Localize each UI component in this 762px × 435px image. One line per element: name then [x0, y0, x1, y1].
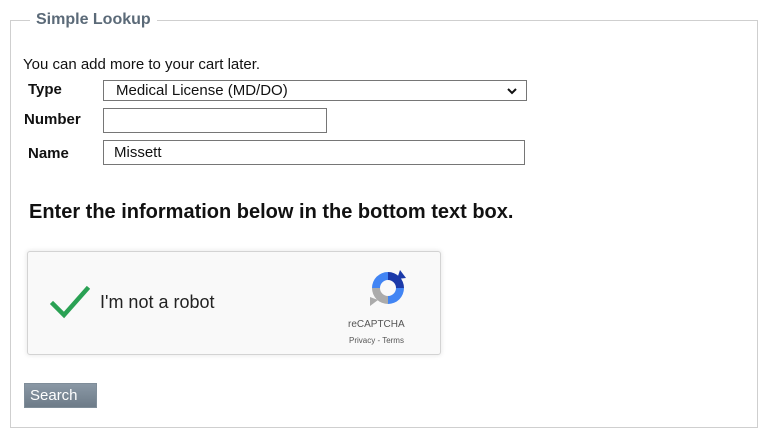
name-label: Name	[28, 145, 69, 162]
not-a-robot-label: I'm not a robot	[100, 292, 215, 312]
type-select-value: Medical License (MD/DO)	[116, 82, 288, 99]
name-input[interactable]: Missett	[103, 140, 525, 165]
type-label: Type	[28, 81, 62, 98]
recaptcha-brand-text: reCAPTCHA	[348, 319, 405, 330]
number-input[interactable]	[103, 108, 327, 133]
intro-text: You can add more to your cart later.	[23, 56, 261, 73]
search-button[interactable]: Search	[24, 383, 97, 408]
fieldset-legend: Simple Lookup	[30, 10, 157, 30]
recaptcha-widget: I'm not a robot reCAPTCHA Privacy - Term…	[27, 251, 441, 355]
recaptcha-logo-icon	[370, 270, 406, 306]
captcha-instruction-heading: Enter the information below in the botto…	[29, 201, 514, 223]
chevron-down-icon	[507, 88, 517, 95]
number-label: Number	[24, 111, 81, 128]
recaptcha-privacy-terms-link[interactable]: Privacy - Terms	[349, 336, 404, 345]
checkmark-icon[interactable]	[50, 285, 90, 319]
type-select[interactable]: Medical License (MD/DO)	[103, 80, 527, 101]
